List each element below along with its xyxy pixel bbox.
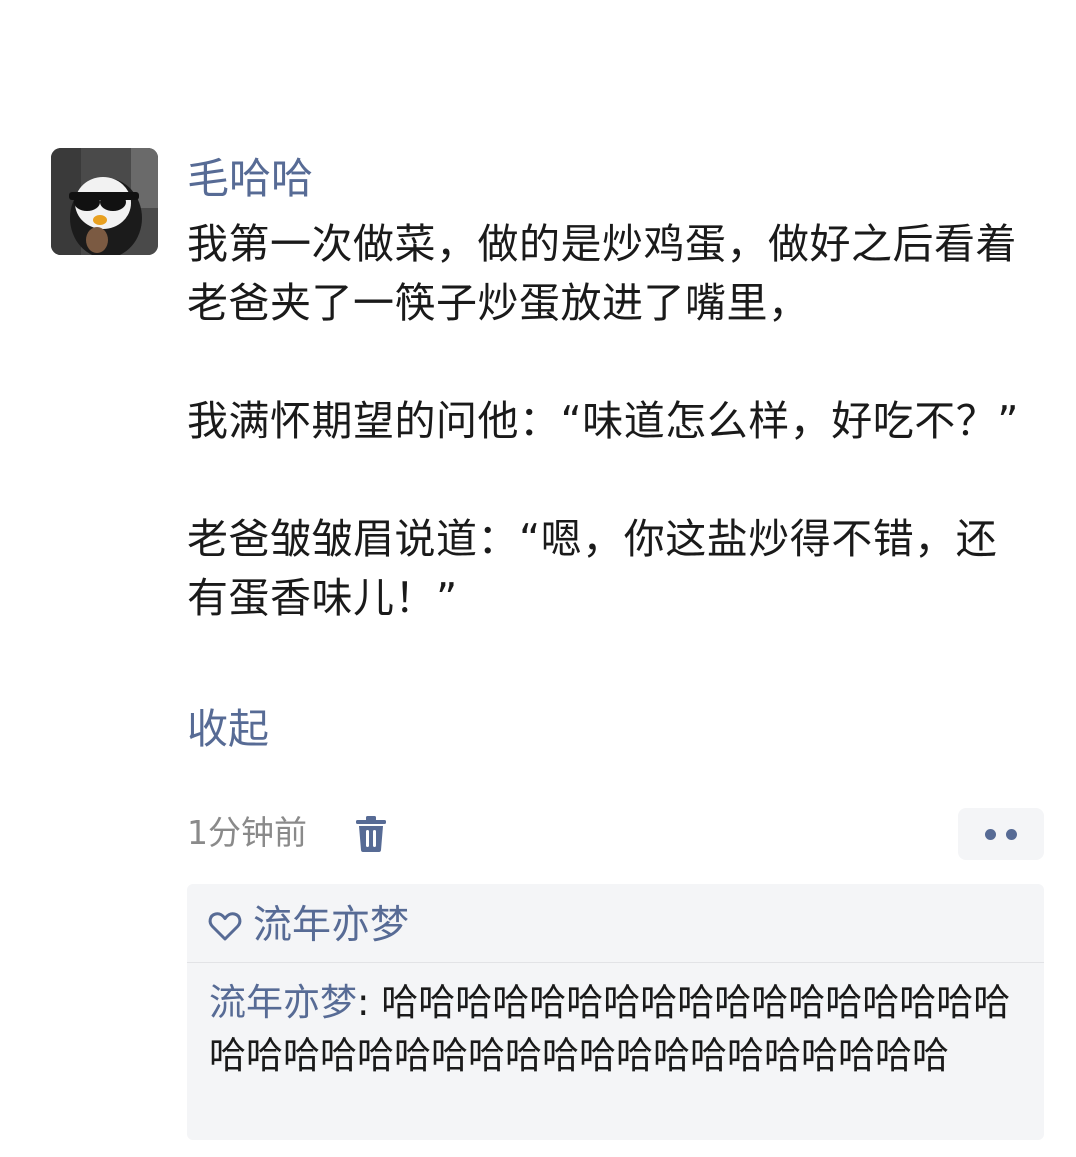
comment-separator: :: [357, 981, 382, 1024]
heart-icon: [208, 912, 242, 941]
post-author[interactable]: 毛哈哈: [187, 150, 313, 208]
post-body: 我第一次做菜，做的是炒鸡蛋，做好之后看着老爸夹了一筷子炒蛋放进了嘴里， 我满怀期…: [187, 215, 1027, 628]
post-timestamp: 1分钟前: [187, 813, 307, 852]
interaction-panel: 流年亦梦 流年亦梦: 哈哈哈哈哈哈哈哈哈哈哈哈哈哈哈哈哈哈哈哈哈哈哈哈哈哈哈哈哈…: [187, 884, 1044, 1140]
liker-name[interactable]: 流年亦梦: [253, 898, 409, 954]
commenter-name[interactable]: 流年亦梦: [209, 981, 357, 1024]
more-button[interactable]: [958, 808, 1044, 860]
collapse-link[interactable]: 收起: [187, 700, 269, 758]
post-paragraph: 老爸皱皱眉说道：“嗯，你这盐炒得不错，还有蛋香味儿！”: [187, 515, 998, 622]
likes-row: 流年亦梦: [207, 896, 409, 956]
trash-icon: [356, 816, 386, 852]
penguin-avatar-icon: [51, 148, 158, 255]
more-dots-icon: [985, 829, 996, 840]
post-paragraph: 我满怀期望的问他：“味道怎么样，好吃不？”: [187, 397, 1019, 445]
post-paragraph: 我第一次做菜，做的是炒鸡蛋，做好之后看着老爸夹了一筷子炒蛋放进了嘴里，: [187, 220, 1017, 327]
avatar[interactable]: [51, 148, 158, 255]
divider: [187, 962, 1044, 963]
comment-item[interactable]: 流年亦梦: 哈哈哈哈哈哈哈哈哈哈哈哈哈哈哈哈哈哈哈哈哈哈哈哈哈哈哈哈哈哈哈哈哈哈…: [209, 976, 1034, 1082]
more-dots-icon: [1006, 829, 1017, 840]
delete-button[interactable]: [354, 816, 388, 852]
